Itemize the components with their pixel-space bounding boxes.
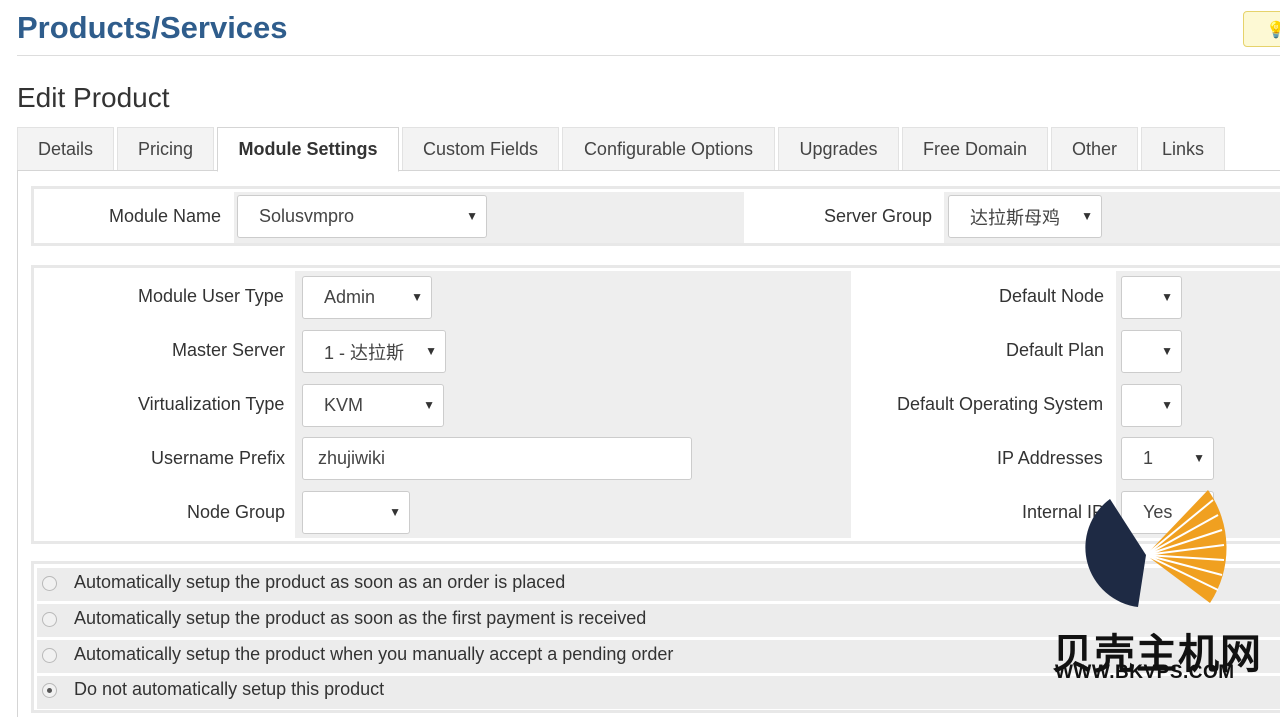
caret-down-icon: ▼ <box>411 290 423 304</box>
setup-on-order-radio[interactable] <box>42 576 57 591</box>
default-os-select[interactable]: ▼ <box>1121 384 1182 427</box>
ip-addresses-select[interactable]: 1 ▼ <box>1121 437 1214 480</box>
username-prefix-label: Username Prefix <box>151 448 286 468</box>
master-server-value: 1 - 达拉斯 <box>324 342 405 363</box>
setup-on-payment-radio[interactable] <box>42 612 57 627</box>
tab-upgrades[interactable]: Upgrades <box>778 127 899 171</box>
module-user-type-select[interactable]: Admin ▼ <box>302 276 432 319</box>
tab-free-domain[interactable]: Free Domain <box>902 127 1048 171</box>
default-plan-label: Default Plan <box>1006 340 1105 360</box>
module-panel: Module Name Solusvmpro ▼ Server Group 达拉… <box>31 186 1280 246</box>
ip-addresses-label: IP Addresses <box>997 448 1103 468</box>
virtualization-type-value: KVM <box>324 395 364 415</box>
page-title: Products/Services <box>17 10 288 45</box>
default-plan-select[interactable]: ▼ <box>1121 330 1182 373</box>
tab-pricing[interactable]: Pricing <box>117 127 214 171</box>
caret-down-icon: ▼ <box>1081 209 1093 223</box>
caret-down-icon: ▼ <box>389 505 401 519</box>
caret-down-icon: ▼ <box>423 398 435 412</box>
tab-custom-fields[interactable]: Custom Fields <box>402 127 559 171</box>
setup-on-accept-label[interactable]: Automatically setup the product when you… <box>74 644 673 665</box>
ip-addresses-value: 1 <box>1143 448 1154 468</box>
default-node-select[interactable]: ▼ <box>1121 276 1182 319</box>
setup-on-order-label[interactable]: Automatically setup the product as soon … <box>74 572 565 593</box>
tab-content-top-border <box>17 170 1280 171</box>
tab-module-settings[interactable]: Module Settings <box>217 127 399 172</box>
module-name-value: Solusvmpro <box>259 206 355 226</box>
no-auto-setup-label[interactable]: Do not automatically setup this product <box>74 679 384 700</box>
module-name-select[interactable]: Solusvmpro ▼ <box>237 195 487 238</box>
module-user-type-value: Admin <box>324 287 376 307</box>
node-group-label: Node Group <box>187 502 286 522</box>
tab-details[interactable]: Details <box>17 127 114 171</box>
master-server-select[interactable]: 1 - 达拉斯 ▼ <box>302 330 446 373</box>
node-group-select[interactable]: ▼ <box>302 491 410 534</box>
caret-down-icon: ▼ <box>425 344 437 358</box>
setup-on-accept-radio[interactable] <box>42 648 57 663</box>
watermark-url: WWW.BKVPS.COM <box>1055 662 1235 683</box>
setup-on-payment-label[interactable]: Automatically setup the product as soon … <box>74 608 646 629</box>
caret-down-icon: ▼ <box>1161 398 1173 412</box>
server-group-label: Server Group <box>824 206 933 226</box>
no-auto-setup-radio[interactable] <box>42 683 57 698</box>
virtualization-type-label: Virtualization Type <box>138 394 285 414</box>
username-prefix-value: zhujiwiki <box>318 448 386 468</box>
server-group-value: 达拉斯母鸡 <box>970 207 1060 228</box>
caret-down-icon: ▼ <box>1161 290 1173 304</box>
title-divider <box>17 55 1280 56</box>
watermark-rays <box>1145 490 1227 603</box>
master-server-label: Master Server <box>172 340 286 360</box>
module-user-type-label: Module User Type <box>138 286 284 306</box>
username-prefix-input[interactable]: zhujiwiki <box>302 437 692 480</box>
tab-configurable-options[interactable]: Configurable Options <box>562 127 775 171</box>
caret-down-icon: ▼ <box>466 209 478 223</box>
server-group-select[interactable]: 达拉斯母鸡 ▼ <box>948 195 1102 238</box>
tab-content-left-border <box>17 170 18 717</box>
tab-other[interactable]: Other <box>1051 127 1138 171</box>
virtualization-type-select[interactable]: KVM ▼ <box>302 384 444 427</box>
caret-down-icon: ▼ <box>1161 344 1173 358</box>
caret-down-icon: ▼ <box>1193 451 1205 465</box>
default-os-label: Default Operating System <box>897 394 1104 414</box>
watermark-shell <box>1085 499 1146 607</box>
default-node-label: Default Node <box>999 286 1105 306</box>
help-button[interactable]: 💡 <box>1243 11 1280 47</box>
lightbulb-icon: 💡 <box>1266 22 1280 39</box>
tab-links[interactable]: Links <box>1141 127 1225 171</box>
section-title: Edit Product <box>17 82 170 113</box>
module-name-label: Module Name <box>109 206 222 226</box>
